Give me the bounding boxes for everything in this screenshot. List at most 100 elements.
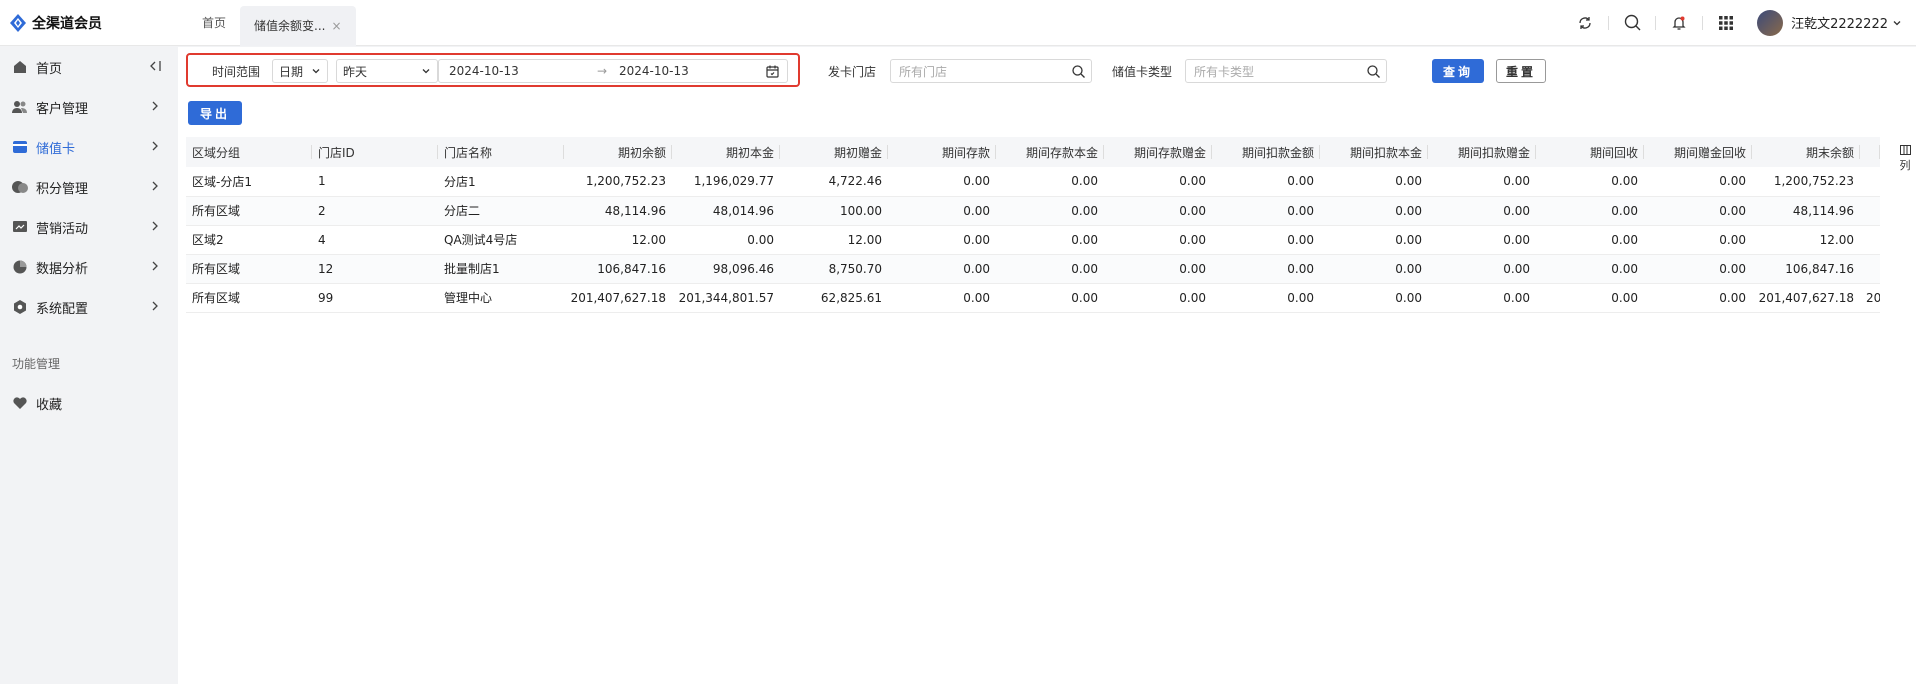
app-logo[interactable]: 全渠道会员 <box>0 0 178 46</box>
tab-home[interactable]: 首页 <box>188 0 240 46</box>
table-cell: 0.00 <box>1104 167 1212 197</box>
range-arrow: → <box>597 64 608 78</box>
column-header[interactable]: 期间赠金回收 <box>1644 137 1752 167</box>
table-row[interactable]: 所有区域 99 管理中心 201,407,627.18 201,344,801.57 62… <box>186 283 1880 313</box>
column-header[interactable]: 期间扣款赠金 <box>1428 137 1536 167</box>
column-header[interactable]: 门店ID <box>312 137 438 167</box>
table-cell: 0.00 <box>888 167 996 197</box>
sidebar-item-label: 客户管理 <box>36 101 89 117</box>
chevron-right-icon <box>152 221 158 231</box>
table-row[interactable]: 所有区域 12 批量制店1 106,847.16 98,096.46 8,750.70 0.… <box>186 254 1880 284</box>
table-cell: 12.00 <box>564 225 672 255</box>
column-header[interactable]: 期间回收 <box>1536 137 1644 167</box>
reset-button[interactable]: 重置 <box>1496 59 1546 83</box>
table-cell: 0.00 <box>1644 167 1752 197</box>
header-actions: 汪乾文2222222 <box>1562 0 1916 46</box>
sidebar-item-favorites[interactable]: 收藏 <box>0 383 178 423</box>
table-cell: 2 <box>312 196 438 226</box>
columns-icon <box>1899 145 1911 155</box>
username[interactable]: 汪乾文2222222 <box>1791 13 1888 32</box>
table-cell: 0.00 <box>1212 167 1320 197</box>
table-cell: 0.00 <box>1104 283 1212 313</box>
table-cell: 0.00 <box>1212 283 1320 313</box>
table-cell: 0.00 <box>1428 225 1536 255</box>
sidebar-item-system-config[interactable]: 系统配置 <box>0 287 178 327</box>
table-cell: 0.00 <box>1320 196 1428 226</box>
table-cell: 0.00 <box>1104 254 1212 284</box>
sidebar-item-stored-value-card[interactable]: 储值卡 <box>0 127 178 167</box>
period-value: 昨天 <box>343 64 368 79</box>
table-cell: 0.00 <box>1320 283 1428 313</box>
column-header[interactable]: 期间存款本金 <box>996 137 1104 167</box>
apps-button[interactable] <box>1703 0 1749 46</box>
card-type-filter-label: 储值卡类型 <box>1112 65 1173 79</box>
chevron-right-icon <box>152 301 158 311</box>
pie-chart-icon <box>12 259 28 275</box>
column-header[interactable]: 区域分组 <box>186 137 312 167</box>
avatar[interactable] <box>1757 9 1784 36</box>
table-cell: 100.00 <box>780 196 888 226</box>
chevron-right-icon <box>152 261 158 271</box>
refresh-button[interactable] <box>1562 0 1608 46</box>
table-cell: 98,096.46 <box>672 254 780 284</box>
table-cell: 12.00 <box>1752 225 1860 255</box>
table-cell: 所有区域 <box>186 254 312 284</box>
column-header[interactable]: 期初赠金 <box>780 137 888 167</box>
table-cell: 0.00 <box>1320 225 1428 255</box>
time-unit-select[interactable]: 日期 <box>272 59 328 83</box>
column-header[interactable]: 期间扣款本金 <box>1320 137 1428 167</box>
table-cell: 48,014.96 <box>672 196 780 226</box>
search-icon[interactable] <box>1072 65 1085 78</box>
sidebar-item-marketing[interactable]: 营销活动 <box>0 207 178 247</box>
table-cell: 区域-分店1 <box>186 167 312 197</box>
table-row[interactable]: 区域2 4 QA测试4号店 12.00 0.00 12.00 0.00 0.00 0.00 0.0… <box>186 225 1880 255</box>
store-search-input[interactable]: 所有门店 <box>890 59 1092 83</box>
card-type-search-input[interactable]: 所有卡类型 <box>1185 59 1387 83</box>
calendar-icon[interactable] <box>766 65 779 78</box>
sidebar-item-points[interactable]: 积分管理 <box>0 167 178 207</box>
chevron-down-icon <box>312 69 320 74</box>
notification-button[interactable] <box>1656 0 1702 46</box>
table-cell: 201,344,801.57 <box>672 283 780 313</box>
sidebar-item-analytics[interactable]: 数据分析 <box>0 247 178 287</box>
column-header[interactable]: 期初本金 <box>672 137 780 167</box>
heart-icon <box>12 395 28 411</box>
column-header[interactable]: 期初余额 <box>564 137 672 167</box>
table-cell: 201,407,627.18 <box>564 283 672 313</box>
date-range-picker[interactable]: 2024-10-13 → 2024-10-13 <box>438 59 788 83</box>
column-settings-label: 列 <box>1899 159 1911 172</box>
start-date-input[interactable]: 2024-10-13 <box>449 64 519 78</box>
table-cell: 99 <box>312 283 438 313</box>
sidebar-item-label: 首页 <box>36 61 63 77</box>
column-header[interactable]: 期间存款赠金 <box>1104 137 1212 167</box>
table-row[interactable]: 所有区域 2 分店二 48,114.96 48,014.96 100.00 0.00 0.00… <box>186 196 1880 226</box>
chevron-down-icon[interactable] <box>1892 18 1902 28</box>
period-select[interactable]: 昨天 <box>336 59 438 83</box>
search-button[interactable] <box>1609 0 1655 46</box>
search-icon <box>1624 14 1641 31</box>
column-header[interactable]: 期末余额 <box>1752 137 1860 167</box>
collapse-sidebar-icon[interactable] <box>148 59 162 73</box>
column-header[interactable]: 期间存款 <box>888 137 996 167</box>
search-icon[interactable] <box>1367 65 1380 78</box>
logo-icon <box>10 13 26 32</box>
sidebar-item-home[interactable]: 首页 <box>0 47 178 87</box>
query-button[interactable]: 查询 <box>1432 59 1484 83</box>
table-row[interactable]: 区域-分店1 1 分店1 1,200,752.23 1,196,029.77 4,722.… <box>186 167 1880 197</box>
table-cell: 分店二 <box>438 196 564 226</box>
column-header[interactable]: 期间扣款金额 <box>1212 137 1320 167</box>
table-cell: QA测试4号店 <box>438 225 564 255</box>
sidebar-item-customers[interactable]: 客户管理 <box>0 87 178 127</box>
export-button[interactable]: 导出 <box>188 101 242 125</box>
table-cell: 1,200,752.23 <box>564 167 672 197</box>
column-settings-button[interactable]: 列 <box>1896 145 1914 173</box>
bell-icon <box>1672 16 1686 30</box>
home-icon <box>12 59 28 75</box>
refresh-icon <box>1579 16 1591 29</box>
close-icon[interactable]: × <box>331 19 341 33</box>
users-icon <box>12 99 28 115</box>
tab-label: 储值余额变... <box>254 19 326 33</box>
tab-balance-change[interactable]: 储值余额变... × <box>240 5 356 46</box>
end-date-input[interactable]: 2024-10-13 <box>619 64 689 78</box>
column-header[interactable]: 门店名称 <box>438 137 564 167</box>
